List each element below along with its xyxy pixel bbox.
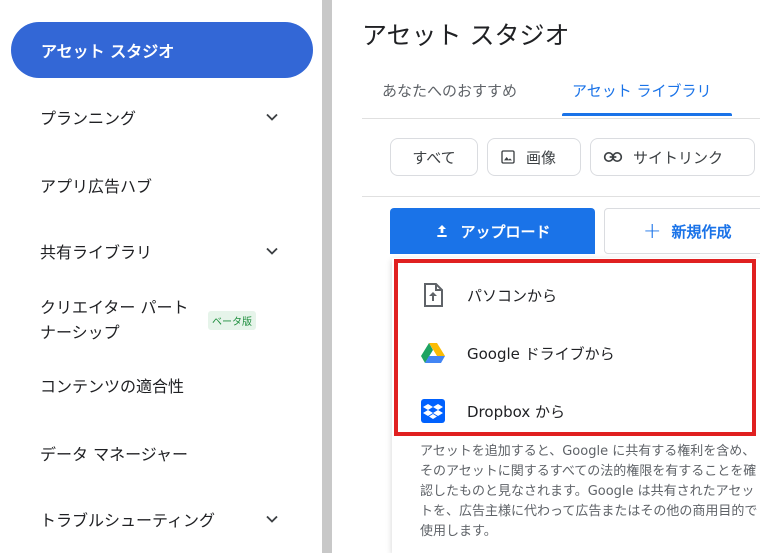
- sidebar-item-label-line2: ナーシップ: [40, 323, 120, 342]
- sidebar-item-label: プランニング: [40, 109, 137, 128]
- highlight-box: [394, 259, 756, 436]
- filter-chip-image[interactable]: 画像: [487, 138, 581, 176]
- sidebar-item-label: クリエイター パート: [40, 298, 189, 317]
- sidebar-item-content-suitability[interactable]: コンテンツの適合性: [0, 372, 322, 398]
- sidebar-item-shared-library[interactable]: 共有ライブラリ: [0, 238, 322, 264]
- sidebar-item-creator-partnership[interactable]: クリエイター パート ナーシップ: [0, 294, 322, 342]
- filter-chip-label: すべて: [412, 148, 456, 167]
- sidebar-item-label: 共有ライブラリ: [40, 243, 153, 262]
- sidebar-item-troubleshooting[interactable]: トラブルシューティング: [0, 506, 322, 532]
- sidebar-scrollbar[interactable]: [322, 0, 332, 553]
- new-asset-button-label: 新規作成: [671, 222, 732, 241]
- sidebar-item-label: データ マネージャー: [40, 445, 188, 464]
- filter-chip-label: 画像: [526, 148, 557, 167]
- chevron-down-icon: [266, 515, 278, 523]
- plus-icon: +: [643, 218, 662, 244]
- new-asset-button[interactable]: + 新規作成: [604, 208, 760, 254]
- tab-recommended[interactable]: あなたへのおすすめ: [382, 80, 517, 101]
- tabs-divider: [362, 118, 760, 119]
- sidebar-item-planning[interactable]: プランニング: [0, 104, 322, 130]
- filter-chip-sitelink[interactable]: サイトリンク: [590, 138, 755, 176]
- upload-button-label: アップロード: [460, 222, 551, 241]
- image-icon: [501, 150, 515, 164]
- filters-divider: [362, 196, 760, 197]
- beta-badge: ベータ版: [208, 311, 256, 330]
- sidebar-item-data-manager[interactable]: データ マネージャー: [0, 440, 322, 466]
- active-tab-indicator: [562, 113, 732, 116]
- sidebar-item-asset-studio[interactable]: アセット スタジオ: [11, 22, 313, 78]
- sidebar-item-label: トラブルシューティング: [40, 511, 216, 530]
- tab-asset-library[interactable]: アセット ライブラリ: [572, 80, 711, 101]
- sidebar-item-app-ads-hub[interactable]: アプリ広告ハブ: [0, 172, 322, 198]
- upload-button[interactable]: アップロード: [390, 208, 595, 254]
- sidebar-item-label: アセット スタジオ: [41, 42, 175, 61]
- upload-disclaimer: アセットを追加すると、Google に共有する権利を含め、そのアセットに関するす…: [420, 444, 758, 539]
- filter-chip-label: サイトリンク: [633, 148, 724, 167]
- page-title: アセット スタジオ: [362, 21, 570, 50]
- sidebar-item-label: アプリ広告ハブ: [40, 177, 153, 196]
- link-icon: [603, 152, 623, 162]
- sidebar: アセット スタジオ プランニング アプリ広告ハブ 共有ライブラリ クリエイター …: [0, 0, 322, 553]
- chevron-down-icon: [266, 247, 278, 255]
- chevron-down-icon: [266, 113, 278, 121]
- sidebar-item-label: コンテンツの適合性: [40, 377, 185, 396]
- upload-icon: [437, 225, 448, 237]
- filter-chip-all[interactable]: すべて: [390, 138, 478, 176]
